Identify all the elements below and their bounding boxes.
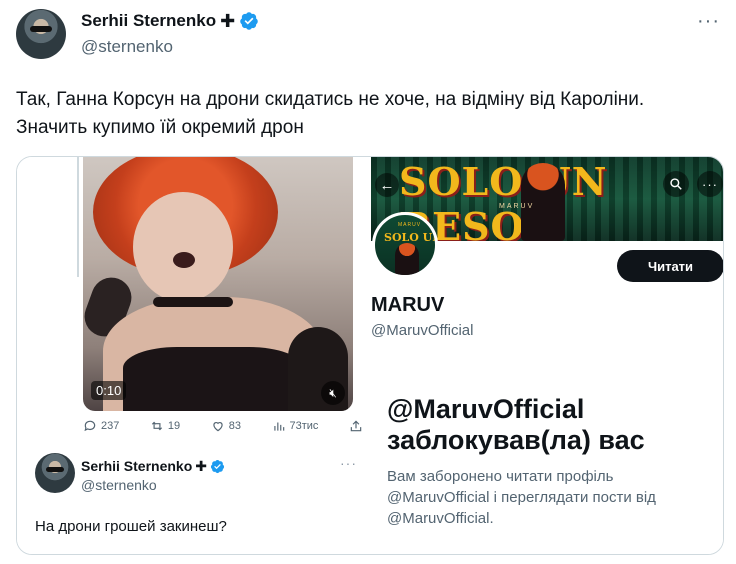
quote-author-name[interactable]: Serhii Sternenko <box>81 458 192 474</box>
quote-author-handle[interactable]: @sternenko <box>81 477 157 493</box>
more-options-icon[interactable]: ··· <box>697 171 723 197</box>
share-icon <box>350 420 362 432</box>
heart-icon <box>213 422 223 432</box>
like-count: 83 <box>228 420 241 432</box>
blocked-title-line-2: заблокував(ла) вас <box>387 425 645 455</box>
author-handle[interactable]: @sternenko <box>81 37 173 57</box>
tweet-text: Так, Ганна Корсун на дрони скидатись не … <box>16 86 721 142</box>
video-player[interactable]: 0:10 🔇︎ <box>83 157 353 411</box>
mute-icon[interactable]: 🔇︎ <box>321 381 345 405</box>
quote-author-name-row[interactable]: Serhii Sternenko ✚ <box>81 458 225 474</box>
blocked-desc-line-3: @MaruvOfficial. <box>387 510 494 527</box>
cross-badge-icon: ✚ <box>195 458 207 474</box>
quote-text: На дрони грошей закинеш? <box>35 518 227 535</box>
verified-badge-icon <box>240 12 258 30</box>
verified-badge-icon <box>210 459 225 473</box>
avatar-text-top: MARUV <box>398 222 422 228</box>
profile-handle: @MaruvOfficial <box>371 322 474 339</box>
views-stat[interactable]: 73тис <box>272 419 319 433</box>
views-count: 73тис <box>289 420 319 432</box>
video-frame-detail <box>153 297 233 307</box>
reply-stat[interactable]: 237 <box>83 419 119 433</box>
avatar-figure <box>395 243 419 275</box>
blocked-desc-line-1: Вам заборонено читати профіль <box>387 468 614 485</box>
share-stat[interactable] <box>349 419 363 433</box>
blocked-desc-line-2: @MaruvOfficial і переглядати пости від <box>387 489 656 506</box>
profile-name: MARUV <box>371 294 445 316</box>
author-avatar[interactable] <box>16 9 66 59</box>
cross-badge-icon: ✚ <box>220 11 236 31</box>
engagement-bar: 237 19 83 73тис <box>83 419 363 433</box>
embedded-screenshot-left[interactable]: 0:10 🔇︎ 237 19 83 73тис Serhii Sternenko… <box>17 157 372 554</box>
back-arrow-icon[interactable]: ← <box>375 173 399 197</box>
video-frame-detail <box>173 252 195 268</box>
video-frame-detail <box>133 192 233 302</box>
profile-avatar[interactable]: MARUV SOLO UN BESO <box>372 212 438 278</box>
avatar-glasses-detail <box>30 26 52 32</box>
reply-icon <box>84 420 96 432</box>
retweet-stat[interactable]: 19 <box>150 419 180 433</box>
retweet-icon <box>151 421 162 431</box>
search-icon[interactable] <box>663 171 689 197</box>
avatar-text-title: SOLO UN BESO <box>384 231 435 244</box>
thread-line <box>77 157 79 277</box>
follow-button[interactable]: Читати <box>617 250 723 282</box>
like-stat[interactable]: 83 <box>211 419 241 433</box>
blocked-title: @MaruvOfficial заблокував(ла) вас <box>387 394 645 456</box>
video-frame-detail <box>123 347 303 411</box>
banner-figure <box>521 163 565 241</box>
embedded-screenshot-right[interactable]: SOLO UN BESO MARUV ← ··· MARUV SOLO UN B… <box>371 157 723 554</box>
blocked-title-line-1: @MaruvOfficial <box>387 394 585 424</box>
video-timestamp: 0:10 <box>91 381 127 400</box>
views-chart-icon <box>273 422 284 431</box>
retweet-count: 19 <box>167 420 181 432</box>
author-name[interactable]: Serhii Sternenko <box>81 11 216 31</box>
banner-subtitle: MARUV <box>499 203 535 210</box>
tweet-text-line-1: Так, Ганна Корсун на дрони скидатись не … <box>16 89 645 110</box>
quote-author-avatar[interactable] <box>35 453 75 493</box>
more-options-icon[interactable]: ··· <box>697 10 720 33</box>
avatar-glasses-detail <box>46 467 64 472</box>
media-card[interactable]: 0:10 🔇︎ 237 19 83 73тис Serhii Sternenko… <box>16 156 724 555</box>
author-name-row[interactable]: Serhii Sternenko ✚ <box>81 11 259 31</box>
more-options-icon[interactable]: ··· <box>340 455 357 471</box>
tweet-text-line-2: Значить купимо їй окремий дрон <box>16 117 304 138</box>
reply-count: 237 <box>101 420 120 432</box>
blocked-description: Вам заборонено читати профіль @MaruvOffi… <box>387 466 687 529</box>
